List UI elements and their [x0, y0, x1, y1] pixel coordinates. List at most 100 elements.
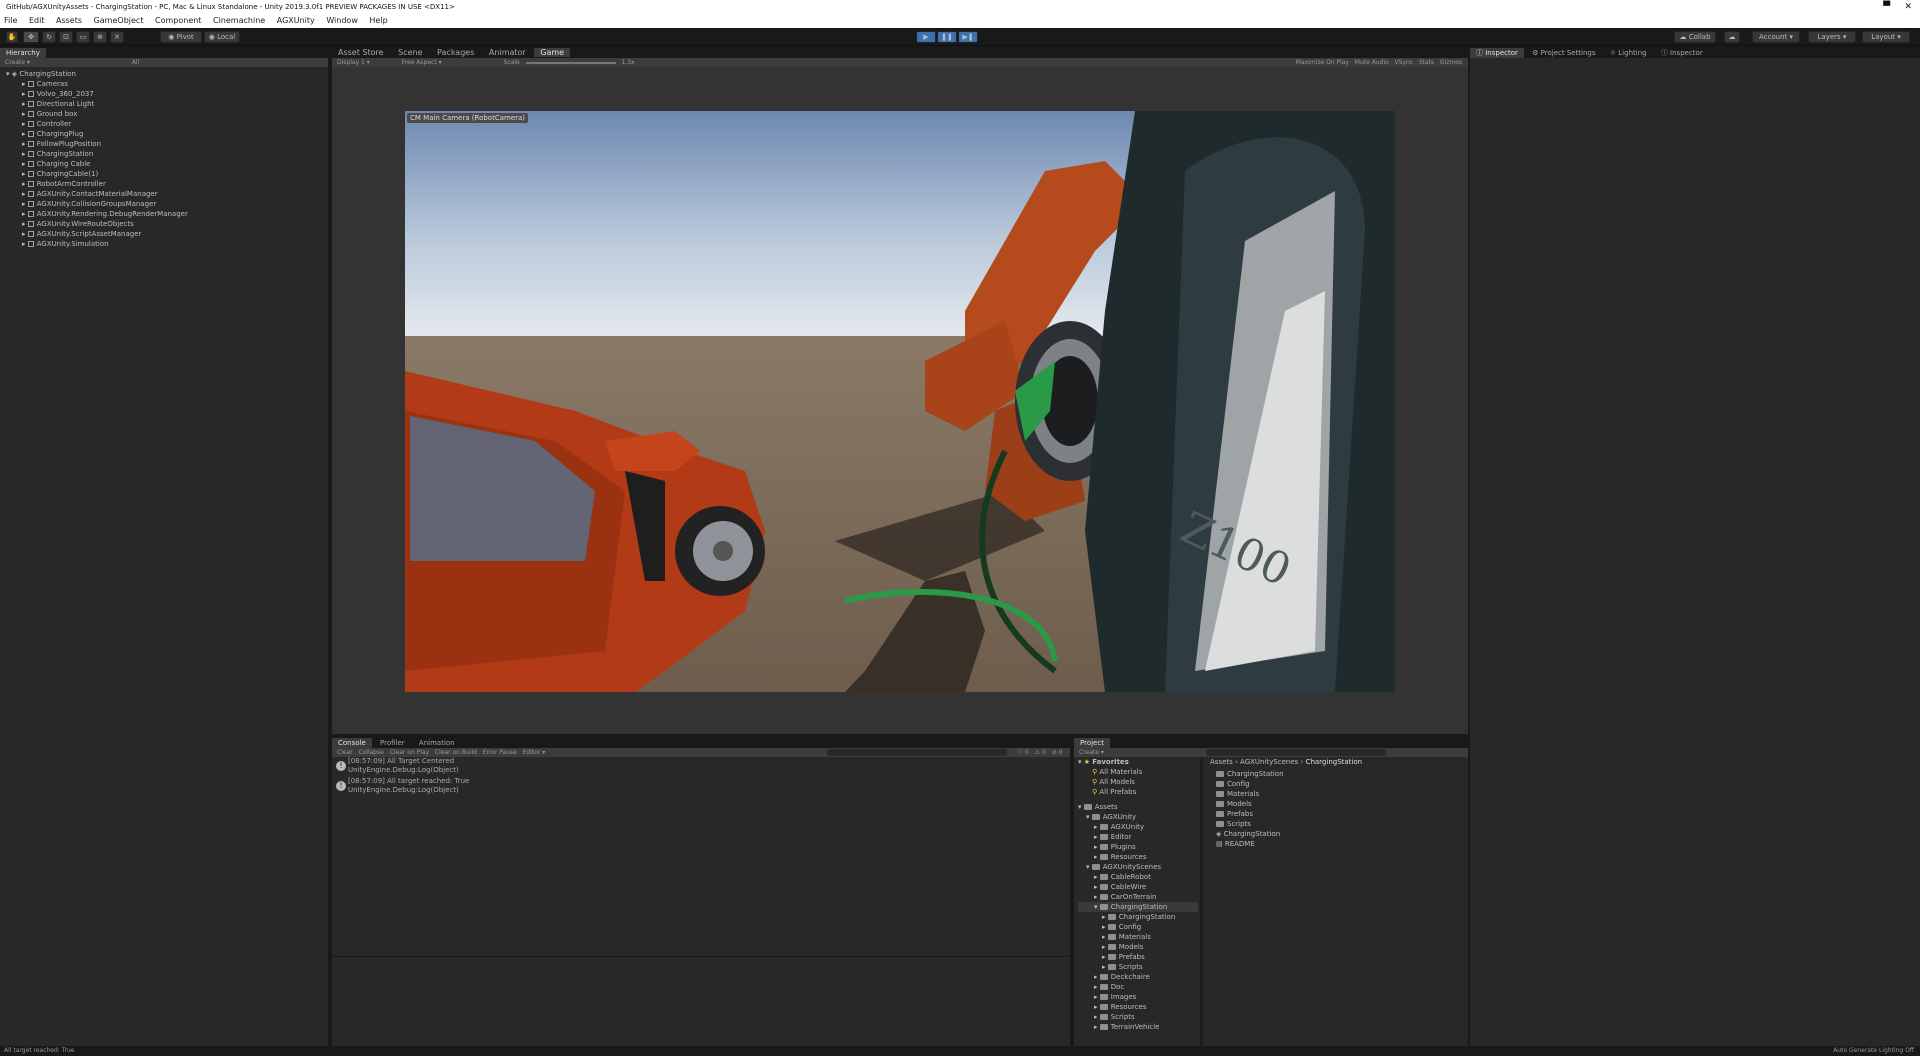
- hierarchy-item[interactable]: ▸ Charging Cable: [22, 159, 328, 169]
- expand-arrow-icon[interactable]: ▸: [1094, 1013, 1100, 1021]
- project-folder-item[interactable]: ▸ Images: [1078, 992, 1198, 1002]
- expand-arrow-icon[interactable]: ▸: [1094, 853, 1100, 861]
- tab-lighting[interactable]: ☼ Lighting: [1604, 48, 1653, 58]
- layout-dropdown[interactable]: Layout ▾: [1862, 31, 1910, 43]
- assets-header[interactable]: ▾ Assets: [1078, 802, 1198, 812]
- tab-inspector[interactable]: ⓘ Inspector: [1470, 48, 1524, 58]
- tab-animation[interactable]: Animation: [413, 738, 461, 748]
- rect-tool-icon[interactable]: ▭: [76, 31, 90, 43]
- editor-dropdown[interactable]: Editor: [523, 749, 541, 756]
- expand-arrow-icon[interactable]: ▸: [1102, 923, 1108, 931]
- project-folder-item[interactable]: ▸ Prefabs: [1078, 952, 1198, 962]
- hierarchy-item[interactable]: ▸ ChargingPlug: [22, 129, 328, 139]
- menu-cinemachine[interactable]: Cinemachine: [213, 16, 265, 25]
- tab-packages[interactable]: Packages: [431, 48, 480, 57]
- expand-arrow-icon[interactable]: ▸: [1094, 883, 1100, 891]
- tab-project[interactable]: Project: [1074, 738, 1110, 748]
- aspect-dropdown[interactable]: Free Aspect: [402, 59, 437, 66]
- project-folder-item[interactable]: ▸ Resources: [1078, 852, 1198, 862]
- project-folder-item[interactable]: ▾ AGXUnityScenes: [1078, 862, 1198, 872]
- project-asset-item[interactable]: Prefabs: [1216, 809, 1468, 819]
- clear-on-build-toggle[interactable]: Clear on Build: [435, 749, 477, 756]
- expand-arrow-icon[interactable]: ▸: [1102, 953, 1108, 961]
- hierarchy-item[interactable]: ▸ Volvo_360_2037: [22, 89, 328, 99]
- project-folder-item[interactable]: ▸ Editor: [1078, 832, 1198, 842]
- tab-animator[interactable]: Animator: [483, 48, 532, 57]
- project-folder-item[interactable]: ▸ TerrainVehicle: [1078, 1022, 1198, 1032]
- status-message[interactable]: All target reached: True: [4, 1047, 74, 1054]
- breadcrumb-chargingstation[interactable]: ChargingStation: [1306, 758, 1363, 766]
- error-pause-toggle[interactable]: Error Pause: [483, 749, 517, 756]
- favorite-item[interactable]: ⚲ All Models: [1078, 777, 1198, 787]
- menu-assets[interactable]: Assets: [56, 16, 82, 25]
- project-search-input[interactable]: [1205, 749, 1386, 756]
- project-folder-item[interactable]: ▸ Doc: [1078, 982, 1198, 992]
- hierarchy-item[interactable]: ▸ AGXUnity.Simulation: [22, 239, 328, 249]
- expand-arrow-icon[interactable]: ▸: [1102, 913, 1108, 921]
- project-folder-item[interactable]: ▸ Materials: [1078, 932, 1198, 942]
- menu-component[interactable]: Component: [155, 16, 201, 25]
- window-controls[interactable]: ▀ ✕: [1883, 0, 1912, 14]
- expand-arrow-icon[interactable]: ▸: [1102, 943, 1108, 951]
- gizmos-dropdown[interactable]: Gizmos: [1440, 59, 1462, 66]
- hierarchy-scene-root[interactable]: ▾ ◈ ChargingStation: [6, 69, 328, 79]
- collapse-arrow-icon[interactable]: ▾: [1094, 903, 1100, 911]
- expand-arrow-icon[interactable]: ▸: [1094, 1023, 1100, 1031]
- move-tool-icon[interactable]: ✥: [23, 31, 39, 43]
- collab-button[interactable]: ☁ Collab: [1674, 31, 1716, 43]
- hierarchy-item[interactable]: ▸ Controller: [22, 119, 328, 129]
- project-folder-item[interactable]: ▸ CableWire: [1078, 882, 1198, 892]
- console-clear-button[interactable]: Clear: [337, 749, 353, 756]
- expand-arrow-icon[interactable]: ▸: [1094, 893, 1100, 901]
- project-folder-item[interactable]: ▸ Resources: [1078, 1002, 1198, 1012]
- expand-arrow-icon[interactable]: ▸: [1094, 873, 1100, 881]
- hierarchy-item[interactable]: ▸ Cameras: [22, 79, 328, 89]
- step-button[interactable]: ▶❚: [958, 31, 978, 43]
- expand-arrow-icon[interactable]: ▸: [1094, 983, 1100, 991]
- breadcrumb-agxunityscenes[interactable]: AGXUnityScenes: [1240, 758, 1298, 766]
- account-dropdown[interactable]: Account ▾: [1752, 31, 1800, 43]
- menu-help[interactable]: Help: [369, 16, 387, 25]
- mute-audio-toggle[interactable]: Mute Audio: [1355, 59, 1389, 66]
- console-collapse-toggle[interactable]: Collapse: [358, 749, 384, 756]
- pivot-toggle-button[interactable]: ◉ Pivot: [160, 31, 202, 43]
- project-asset-item[interactable]: Config: [1216, 779, 1468, 789]
- project-asset-item[interactable]: ChargingStation: [1216, 769, 1468, 779]
- favorites-header[interactable]: ▾ ★ Favorites: [1078, 757, 1198, 767]
- hierarchy-item[interactable]: ▸ AGXUnity.ContactMaterialManager: [22, 189, 328, 199]
- hierarchy-create-button[interactable]: Create: [5, 59, 25, 66]
- project-folder-item[interactable]: ▸ Scripts: [1078, 1012, 1198, 1022]
- project-folder-item[interactable]: ▸ Scripts: [1078, 962, 1198, 972]
- maximize-on-play-toggle[interactable]: Maximize On Play: [1296, 59, 1349, 66]
- hierarchy-item[interactable]: ▸ Directional Light: [22, 99, 328, 109]
- project-folder-item[interactable]: ▸ Models: [1078, 942, 1198, 952]
- project-folder-item[interactable]: ▸ Config: [1078, 922, 1198, 932]
- favorite-item[interactable]: ⚲ All Prefabs: [1078, 787, 1198, 797]
- layers-dropdown[interactable]: Layers ▾: [1808, 31, 1856, 43]
- expand-arrow-icon[interactable]: ▸: [1094, 823, 1100, 831]
- menu-gameobject[interactable]: GameObject: [94, 16, 144, 25]
- scale-tool-icon[interactable]: ⊡: [59, 31, 73, 43]
- collapse-arrow-icon[interactable]: ▾: [1086, 863, 1092, 871]
- breadcrumb-assets[interactable]: Assets: [1210, 758, 1233, 766]
- hierarchy-item[interactable]: ▸ AGXUnity.Rendering.DebugRenderManager: [22, 209, 328, 219]
- menu-window[interactable]: Window: [326, 16, 358, 25]
- menu-agxunity[interactable]: AGXUnity: [277, 16, 315, 25]
- info-count[interactable]: ⓘ 0: [1017, 749, 1029, 756]
- expand-arrow-icon[interactable]: ▸: [1094, 843, 1100, 851]
- menu-file[interactable]: File: [4, 16, 17, 25]
- project-folder-item[interactable]: ▸ Plugins: [1078, 842, 1198, 852]
- favorite-item[interactable]: ⚲ All Materials: [1078, 767, 1198, 777]
- tab-inspector-2[interactable]: ⓘ Inspector: [1655, 48, 1709, 58]
- expand-arrow-icon[interactable]: ▸: [1102, 963, 1108, 971]
- transform-tool-icon[interactable]: ⊕: [93, 31, 107, 43]
- project-folder-item[interactable]: ▸ CableRobot: [1078, 872, 1198, 882]
- console-search-input[interactable]: [827, 749, 1008, 756]
- expand-arrow-icon[interactable]: ▸: [1094, 993, 1100, 1001]
- console-row[interactable]: ! [08:57:09] All target reached: True Un…: [332, 777, 1070, 797]
- tab-scene[interactable]: Scene: [392, 48, 428, 57]
- project-folder-item[interactable]: ▸ AGXUnity: [1078, 822, 1198, 832]
- collapse-arrow-icon[interactable]: ▾: [1086, 813, 1092, 821]
- hierarchy-search-input[interactable]: All: [132, 59, 139, 66]
- custom-tool-icon[interactable]: ✕: [110, 31, 124, 43]
